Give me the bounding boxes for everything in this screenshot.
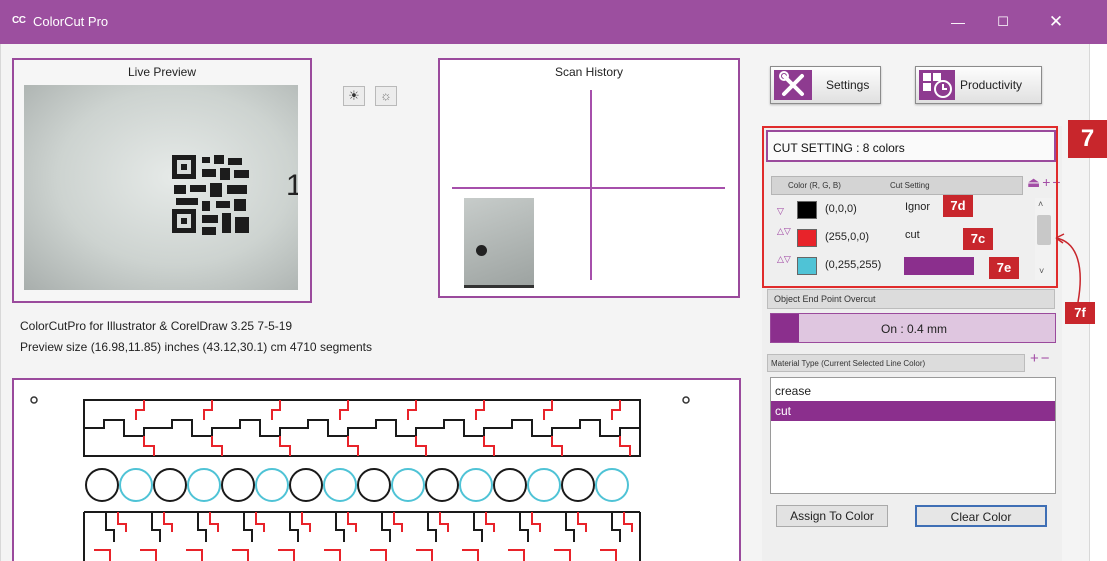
callout-7c: 7c	[963, 228, 993, 250]
material-add-remove-buttons[interactable]: +−	[1030, 350, 1052, 367]
preview-size-info: Preview size (16.98,11.85) inches (43.12…	[20, 340, 372, 354]
material-list[interactable]: crease cut	[770, 377, 1056, 494]
camera-digit: 1	[286, 169, 298, 202]
list-item[interactable]: crease	[771, 381, 1055, 401]
scan-history-panel: Scan History	[438, 58, 740, 298]
settings-label: Settings	[826, 78, 870, 92]
light-on-button[interactable]: ☀	[343, 86, 365, 106]
overcut-value: On : 0.4 mm	[880, 322, 948, 336]
cut-design-graphic	[30, 396, 690, 561]
overcut-toggle[interactable]: On : 0.4 mm	[770, 313, 1056, 343]
maximize-button[interactable]: ☐	[980, 8, 1026, 36]
settings-button[interactable]: Settings	[770, 66, 881, 104]
close-button[interactable]: ✕	[1033, 8, 1079, 36]
window-title: ColorCut Pro	[33, 14, 109, 29]
productivity-label: Productivity	[960, 78, 1023, 92]
light-off-button[interactable]: ☼	[375, 86, 397, 106]
callout-7d: 7d	[943, 195, 973, 217]
tools-icon	[774, 70, 812, 100]
productivity-button[interactable]: Productivity	[915, 66, 1042, 104]
live-preview-panel: Live Preview 1	[12, 58, 312, 303]
overcut-header: Object End Point Overcut	[767, 289, 1055, 309]
callout-7: 7	[1068, 120, 1107, 158]
callout-7e: 7e	[989, 257, 1019, 279]
callout-7f: 7f	[1065, 302, 1095, 324]
productivity-clock-icon	[919, 70, 955, 100]
list-item-selected[interactable]: cut	[771, 401, 1055, 421]
overcut-header-label: Object End Point Overcut	[774, 294, 876, 304]
minimize-button[interactable]: —	[935, 8, 981, 36]
callout-arrow-icon	[1055, 233, 1081, 303]
crosshair-horizontal	[452, 187, 725, 189]
scan-thumbnail[interactable]	[464, 198, 534, 288]
title-bar: CC ColorCut Pro — ☐ ✕	[0, 0, 1107, 44]
crosshair-vertical	[590, 90, 592, 280]
camera-view: 1	[24, 85, 298, 290]
scan-history-title: Scan History	[554, 65, 624, 79]
assign-to-color-button[interactable]: Assign To Color	[776, 505, 888, 527]
version-info: ColorCutPro for Illustrator & CorelDraw …	[20, 319, 293, 333]
clear-color-button[interactable]: Clear Color	[915, 505, 1047, 527]
design-preview-canvas[interactable]	[12, 378, 741, 561]
app-icon: CC	[12, 15, 26, 26]
qr-code-icon	[172, 155, 249, 235]
material-type-header: Material Type (Current Selected Line Col…	[767, 354, 1025, 372]
live-preview-title: Live Preview	[127, 65, 197, 79]
material-type-label: Material Type (Current Selected Line Col…	[771, 359, 926, 368]
registration-mark-icon	[476, 245, 487, 256]
